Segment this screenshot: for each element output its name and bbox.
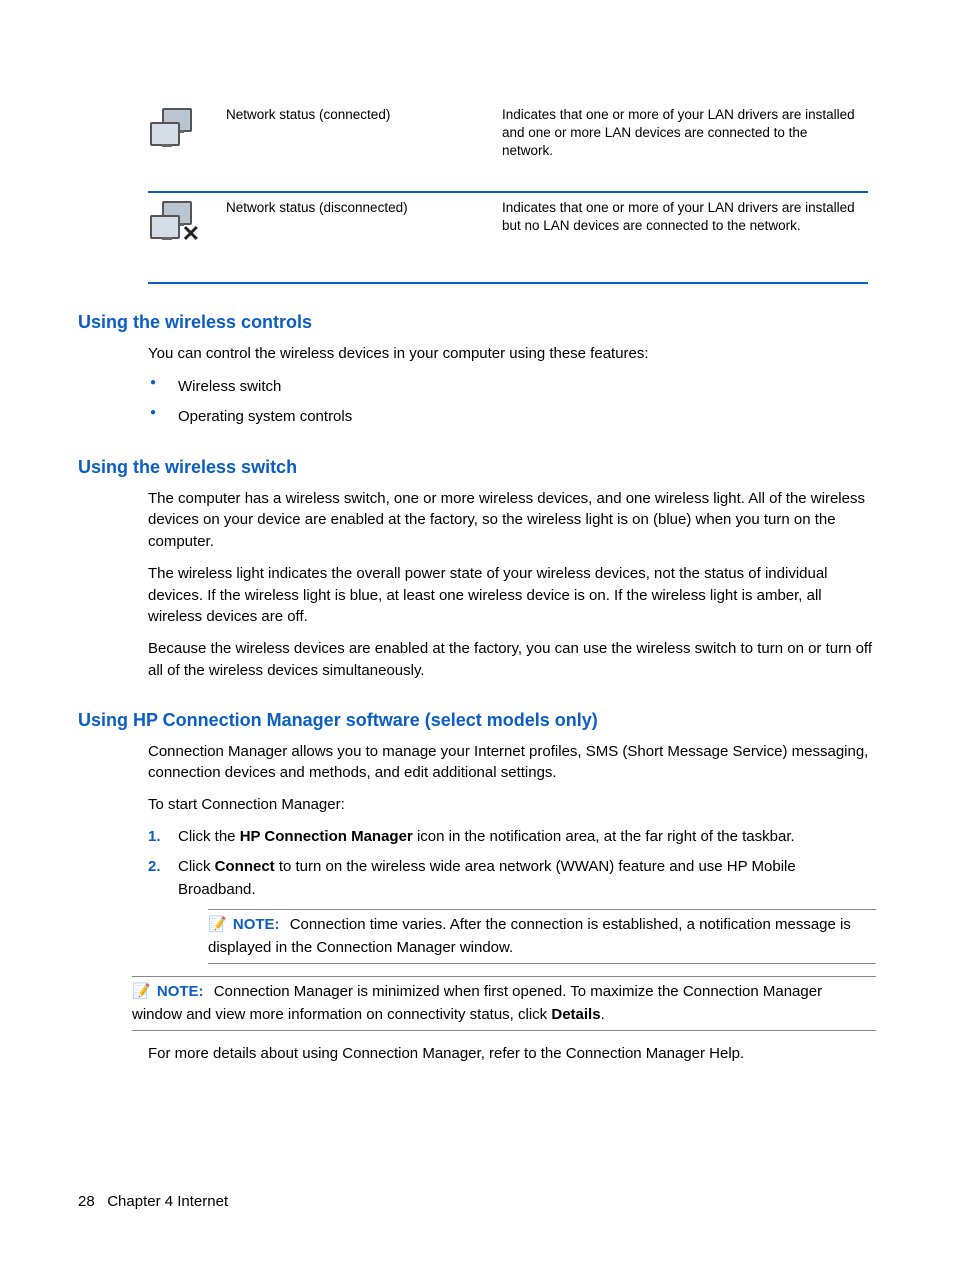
- step-bold: Connect: [215, 858, 275, 875]
- step-text: Click the: [178, 828, 240, 845]
- paragraph: The computer has a wireless switch, one …: [148, 488, 876, 553]
- status-label: Network status (disconnected): [226, 192, 502, 283]
- heading-wireless-switch: Using the wireless switch: [78, 457, 876, 478]
- paragraph: For more details about using Connection …: [148, 1043, 876, 1065]
- step-bold: HP Connection Manager: [240, 828, 413, 845]
- list-item: Operating system controls: [148, 405, 876, 429]
- page-number: 28: [78, 1193, 95, 1210]
- note-icon: 📝: [132, 981, 151, 1004]
- note-box: 📝 NOTE: Connection Manager is minimized …: [132, 976, 876, 1031]
- note-text: Connection Manager is minimized when fir…: [132, 983, 822, 1023]
- network-connected-icon: [148, 106, 196, 154]
- paragraph: The wireless light indicates the overall…: [148, 563, 876, 628]
- network-disconnected-icon: ✕: [148, 199, 196, 247]
- status-description: Indicates that one or more of your LAN d…: [502, 100, 868, 192]
- table-row: Network status (connected) Indicates tha…: [148, 100, 868, 192]
- note-box: 📝 NOTE: Connection time varies. After th…: [208, 909, 876, 964]
- note-label: NOTE:: [233, 916, 280, 933]
- paragraph: Connection Manager allows you to manage …: [148, 741, 876, 785]
- bullet-list: Wireless switch Operating system control…: [148, 375, 876, 429]
- chapter-label: Chapter 4 Internet: [107, 1193, 228, 1210]
- step-item: Click Connect to turn on the wireless wi…: [148, 856, 876, 964]
- paragraph: You can control the wireless devices in …: [148, 343, 876, 365]
- step-item: Click the HP Connection Manager icon in …: [148, 826, 876, 849]
- status-label: Network status (connected): [226, 100, 502, 192]
- paragraph: Because the wireless devices are enabled…: [148, 638, 876, 682]
- paragraph: To start Connection Manager:: [148, 794, 876, 816]
- note-text: Connection time varies. After the connec…: [208, 916, 851, 956]
- document-page: Network status (connected) Indicates tha…: [0, 0, 954, 1270]
- icon-cell: ✕: [148, 192, 226, 283]
- main-content: Using the wireless controls You can cont…: [148, 312, 876, 1065]
- numbered-steps: Click the HP Connection Manager icon in …: [148, 826, 876, 965]
- note-icon: 📝: [208, 914, 227, 937]
- note-label: NOTE:: [157, 983, 204, 1000]
- heading-connection-manager: Using HP Connection Manager software (se…: [78, 710, 876, 731]
- step-text: Click: [178, 858, 215, 875]
- list-item: Wireless switch: [148, 375, 876, 399]
- network-status-table: Network status (connected) Indicates tha…: [148, 100, 868, 284]
- table-row: ✕ Network status (disconnected) Indicate…: [148, 192, 868, 283]
- page-footer: 28 Chapter 4 Internet: [78, 1193, 228, 1210]
- step-text: icon in the notification area, at the fa…: [413, 828, 795, 845]
- note-bold: Details: [551, 1006, 600, 1023]
- note-text: .: [601, 1006, 605, 1023]
- heading-wireless-controls: Using the wireless controls: [78, 312, 876, 333]
- status-description: Indicates that one or more of your LAN d…: [502, 192, 868, 283]
- icon-cell: [148, 100, 226, 192]
